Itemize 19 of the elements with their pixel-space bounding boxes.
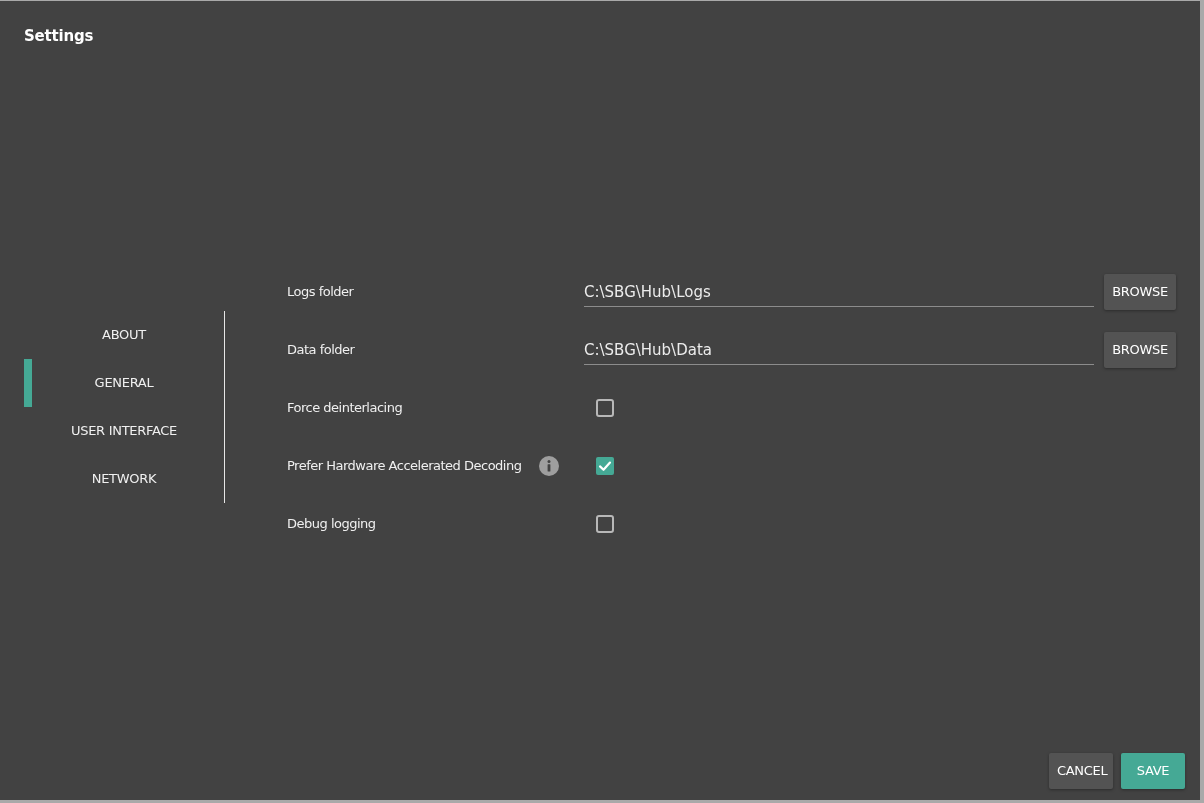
- setting-label: Debug logging: [287, 515, 376, 534]
- cancel-button[interactable]: CANCEL: [1049, 753, 1113, 789]
- setting-label: Logs folder: [287, 283, 354, 302]
- checkbox[interactable]: [596, 515, 614, 533]
- sidebar-tab[interactable]: GENERAL: [24, 359, 224, 407]
- sidebar-tab[interactable]: NETWORK: [24, 455, 224, 503]
- browse-button[interactable]: BROWSE: [1104, 332, 1176, 368]
- setting-label: Prefer Hardware Accelerated Decoding: [287, 457, 522, 476]
- sidebar-tab[interactable]: ABOUT: [24, 311, 224, 359]
- checkbox[interactable]: [596, 457, 614, 475]
- dialog-title: Settings: [24, 27, 94, 45]
- path-field[interactable]: C:\SBG\Hub\Logs: [584, 277, 1094, 307]
- checkbox[interactable]: [596, 399, 614, 417]
- setting-label: Data folder: [287, 341, 355, 360]
- path-field[interactable]: C:\SBG\Hub\Data: [584, 335, 1094, 365]
- sidebar-tab[interactable]: USER INTERFACE: [24, 407, 224, 455]
- browse-button[interactable]: BROWSE: [1104, 274, 1176, 310]
- setting-label: Force deinterlacing: [287, 399, 403, 418]
- info-icon[interactable]: [539, 456, 559, 476]
